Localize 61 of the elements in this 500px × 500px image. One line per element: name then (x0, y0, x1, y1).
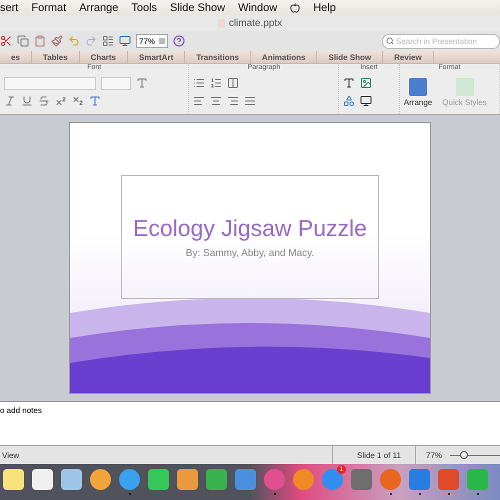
round-app-icon[interactable] (90, 469, 111, 490)
slide-subtitle: By: Sammy, Abby, and Macy. (186, 248, 314, 259)
zoom-slider-thumb[interactable] (460, 450, 468, 458)
square-app-icon[interactable] (177, 469, 198, 490)
zoom-field[interactable]: 77% (136, 34, 168, 48)
ribbon-tab[interactable]: es (0, 51, 32, 63)
superscript-icon[interactable] (55, 95, 67, 107)
columns-icon[interactable] (227, 77, 240, 89)
slide-counter: Slide 1 of 11 (357, 450, 401, 460)
align-left-icon[interactable] (193, 95, 206, 107)
ribbon-tab[interactable]: Tables (32, 51, 80, 63)
menu-item[interactable]: sert (0, 2, 18, 14)
zoom-level: 77% (426, 450, 442, 460)
slide-title: Ecology Jigsaw Puzzle (133, 215, 367, 242)
font-field[interactable] (4, 76, 96, 90)
align-center-icon[interactable] (210, 95, 222, 107)
underline-icon[interactable] (21, 95, 33, 107)
square-app-icon[interactable] (148, 469, 169, 490)
font-color-icon[interactable] (89, 95, 101, 107)
window-title: climate.pptx (228, 18, 282, 28)
scissors-icon[interactable] (0, 35, 12, 47)
ribbon-tab[interactable]: Review (383, 51, 434, 63)
help-icon[interactable] (173, 35, 186, 47)
subscript-icon[interactable] (72, 95, 84, 107)
notes-placeholder[interactable]: o add notes (0, 406, 42, 415)
menu-item[interactable]: Arrange (79, 2, 118, 14)
ribbon-tab[interactable]: Slide Show (317, 51, 384, 63)
monitor-icon[interactable] (119, 35, 131, 47)
size-field[interactable] (101, 76, 131, 90)
italic-icon[interactable] (4, 95, 16, 107)
round-app-icon[interactable] (119, 469, 140, 490)
square-app-icon[interactable] (206, 469, 227, 490)
document-icon (218, 18, 225, 28)
menu-item[interactable]: Format (31, 2, 66, 14)
slide[interactable]: Ecology Jigsaw Puzzle By: Sammy, Abby, and Macy. (70, 123, 430, 393)
justify-icon[interactable] (244, 95, 256, 107)
menu-item[interactable]: Window (238, 2, 278, 14)
text-size-icon[interactable] (136, 77, 148, 89)
arrange-button[interactable]: Arrange (404, 78, 432, 106)
square-app-icon[interactable] (3, 469, 24, 490)
square-app-icon[interactable] (61, 469, 82, 490)
ribbon-tab[interactable]: SmartArt (128, 51, 186, 63)
ribbon-tab[interactable]: Animations (250, 51, 318, 63)
align-right-icon[interactable] (227, 95, 240, 107)
numbered-list-icon[interactable] (210, 77, 222, 89)
shapes-icon[interactable] (343, 95, 356, 107)
title-placeholder[interactable]: Ecology Jigsaw Puzzle By: Sammy, Abby, and Macy. (121, 175, 379, 299)
ribbon-tab[interactable]: Charts (80, 51, 128, 63)
list-icon[interactable] (102, 35, 114, 47)
strikethrough-icon[interactable] (38, 95, 50, 107)
menu-item[interactable]: Help (313, 2, 336, 14)
text-box-icon[interactable] (343, 77, 356, 89)
view-label: View (2, 450, 20, 460)
clipboard-icon[interactable] (34, 35, 46, 47)
square-app-icon[interactable] (32, 469, 53, 490)
paintbrush-icon[interactable] (51, 35, 63, 47)
menu-item[interactable]: Slide Show (170, 2, 226, 14)
copy-icon[interactable] (17, 35, 29, 47)
ribbon-tab[interactable]: Transitions (185, 51, 251, 63)
menu-item[interactable]: Tools (131, 2, 158, 14)
search-icon (386, 37, 394, 45)
